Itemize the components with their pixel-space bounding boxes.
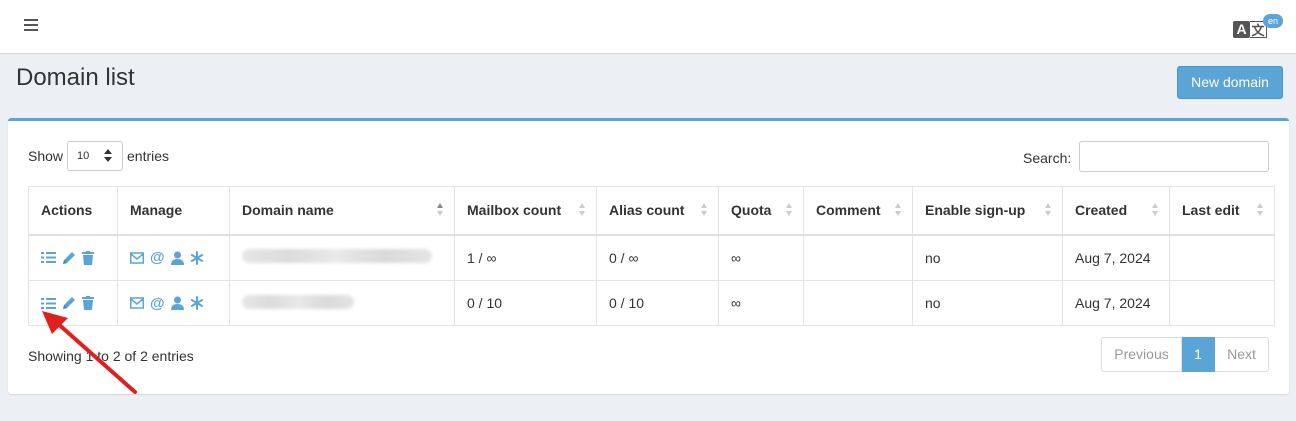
column-header-mailbox-count[interactable]: Mailbox count <box>454 186 597 236</box>
table-row: @ 0 / 10 0 / 10 ∞ no Aug 7, 2024 <box>28 280 1275 326</box>
search-input[interactable] <box>1079 141 1269 172</box>
language-switcher[interactable]: A 文 en <box>1233 14 1285 45</box>
previous-page-button[interactable]: Previous <box>1101 337 1182 372</box>
table-row: @ 1 / ∞ 0 / ∞ ∞ no Aug 7, 2024 <box>28 234 1275 281</box>
entries-label: entries <box>127 148 170 164</box>
manage-cell: @ <box>117 234 230 281</box>
sort-icon <box>701 203 708 217</box>
user-icon[interactable] <box>170 296 184 310</box>
domain-table: Actions Manage Domain name Mailbox count… <box>28 186 1275 326</box>
pencil-icon[interactable] <box>62 296 76 310</box>
alias-count-cell: 0 / ∞ <box>596 234 719 281</box>
new-domain-button[interactable]: New domain <box>1177 66 1283 99</box>
sort-icon <box>579 203 586 217</box>
domain-name-cell <box>229 234 455 281</box>
list-icon[interactable] <box>41 251 56 264</box>
column-header-created[interactable]: Created <box>1062 186 1170 236</box>
comment-cell <box>803 234 913 281</box>
envelope-icon[interactable] <box>130 252 144 264</box>
sort-icon <box>1257 203 1264 217</box>
last-edit-cell <box>1169 280 1275 326</box>
enable-signup-cell: no <box>912 280 1063 326</box>
column-header-domain-name[interactable]: Domain name <box>229 186 455 236</box>
show-label: Show <box>28 148 64 164</box>
mailbox-count-cell: 0 / 10 <box>454 280 597 326</box>
actions-cell <box>28 234 118 281</box>
translate-icon: A <box>1233 21 1250 38</box>
user-icon[interactable] <box>170 251 184 265</box>
next-page-button[interactable]: Next <box>1215 337 1269 372</box>
quota-cell: ∞ <box>718 280 804 326</box>
select-arrows-icon <box>104 149 112 163</box>
manage-cell: @ <box>117 280 230 326</box>
at-icon[interactable]: @ <box>150 295 165 312</box>
last-edit-cell <box>1169 234 1275 281</box>
sort-icon <box>895 203 902 217</box>
asterisk-icon[interactable] <box>190 250 204 265</box>
entries-select-value: 10 <box>77 150 90 162</box>
redacted-domain-name <box>242 249 432 264</box>
trash-icon[interactable] <box>82 296 94 310</box>
pagination: Previous 1 Next <box>1101 337 1269 372</box>
hamburger-icon[interactable] <box>24 19 38 33</box>
language-badge: en <box>1263 14 1283 28</box>
alias-count-cell: 0 / 10 <box>596 280 719 326</box>
page-1-button[interactable]: 1 <box>1182 337 1215 372</box>
column-header-quota[interactable]: Quota <box>718 186 804 236</box>
sort-icon <box>1152 203 1159 217</box>
at-icon[interactable]: @ <box>150 249 165 266</box>
created-cell: Aug 7, 2024 <box>1062 280 1170 326</box>
actions-cell <box>28 280 118 326</box>
sort-icon <box>437 203 444 217</box>
mailbox-count-cell: 1 / ∞ <box>454 234 597 281</box>
column-header-actions: Actions <box>28 186 118 236</box>
page-title: Domain list <box>16 64 135 91</box>
quota-cell: ∞ <box>718 234 804 281</box>
domain-name-cell <box>229 280 455 326</box>
top-navbar: A 文 en <box>0 0 1296 54</box>
redacted-domain-name <box>242 294 354 309</box>
table-header-row: Actions Manage Domain name Mailbox count… <box>28 186 1275 236</box>
search-label: Search: <box>1023 150 1072 166</box>
envelope-icon[interactable] <box>130 297 144 309</box>
created-cell: Aug 7, 2024 <box>1062 234 1170 281</box>
column-header-manage: Manage <box>117 186 230 236</box>
pencil-icon[interactable] <box>62 251 76 265</box>
entries-info: Showing 1 to 2 of 2 entries <box>28 348 194 364</box>
list-icon[interactable] <box>41 297 56 310</box>
column-header-alias-count[interactable]: Alias count <box>596 186 719 236</box>
trash-icon[interactable] <box>82 250 94 265</box>
column-header-enable-signup[interactable]: Enable sign-up <box>912 186 1063 236</box>
column-header-last-edit[interactable]: Last edit <box>1169 186 1275 236</box>
sort-icon <box>1045 203 1052 217</box>
sort-icon <box>786 203 793 217</box>
comment-cell <box>803 280 913 326</box>
entries-select[interactable]: 10 <box>67 141 123 171</box>
asterisk-icon[interactable] <box>190 296 204 310</box>
column-header-comment[interactable]: Comment <box>803 186 913 236</box>
enable-signup-cell: no <box>912 234 1063 281</box>
